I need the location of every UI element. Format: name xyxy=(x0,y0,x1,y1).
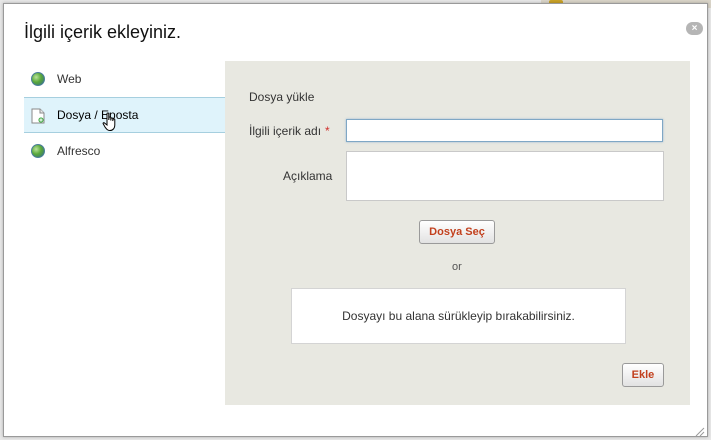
or-separator: or xyxy=(452,261,462,273)
sidebar-item-file-email[interactable]: Dosya / Eposta xyxy=(24,97,225,133)
sidebar-item-label: Web xyxy=(57,72,82,86)
related-name-label-text: İlgili içerik adı xyxy=(249,124,322,138)
globe-icon xyxy=(31,144,45,158)
dropzone-text: Dosyayı bu alana sürükleyip bırakabilirs… xyxy=(342,309,575,323)
globe-icon xyxy=(31,72,45,86)
add-button[interactable]: Ekle xyxy=(622,363,664,387)
description-label: Açıklama xyxy=(283,169,333,183)
hand-cursor-icon xyxy=(102,112,118,132)
sidebar-item-alfresco[interactable]: Alfresco xyxy=(24,133,225,169)
resize-grip-icon[interactable] xyxy=(695,424,705,437)
source-sidebar: Web Dosya / Eposta Alfresco xyxy=(24,61,225,405)
upload-panel: Dosya yükle İlgili içerik adı * Açıklama … xyxy=(225,61,690,405)
related-name-label: İlgili içerik adı * xyxy=(249,124,330,138)
file-dropzone[interactable]: Dosyayı bu alana sürükleyip bırakabilirs… xyxy=(291,288,626,344)
close-button[interactable]: × xyxy=(686,22,703,35)
required-marker: * xyxy=(325,124,330,138)
sidebar-item-label: Dosya / Eposta xyxy=(57,108,139,122)
dialog-title: İlgili içerik ekleyiniz. xyxy=(24,22,182,42)
add-related-content-dialog: İlgili içerik ekleyiniz. × Web Dosya / E… xyxy=(3,3,708,437)
sidebar-item-web[interactable]: Web xyxy=(24,61,225,97)
description-textarea[interactable] xyxy=(346,151,664,201)
related-name-input[interactable] xyxy=(346,119,663,142)
sidebar-item-label: Alfresco xyxy=(57,144,101,158)
section-title: Dosya yükle xyxy=(249,90,315,104)
document-icon xyxy=(31,108,45,124)
choose-file-button[interactable]: Dosya Seç xyxy=(419,220,495,244)
